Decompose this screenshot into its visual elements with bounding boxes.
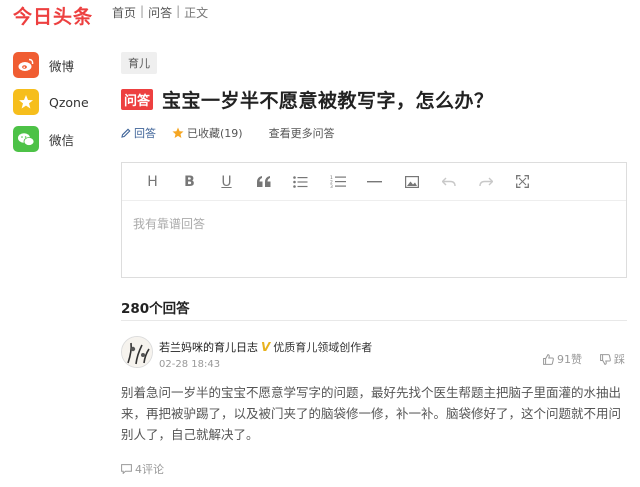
qa-badge: 问答 <box>121 89 154 110</box>
svg-text:3: 3 <box>330 184 333 188</box>
category-tag[interactable]: 育儿 <box>121 52 157 74</box>
answer-button[interactable]: 回答 <box>121 125 156 141</box>
qzone-icon <box>13 89 39 115</box>
dislike-label: 踩 <box>614 353 625 366</box>
weibo-icon <box>13 52 39 78</box>
comment-icon <box>121 464 132 474</box>
vote-controls: 91赞 踩 <box>525 351 625 367</box>
answer-count: 280个回答 <box>121 301 190 317</box>
star-icon <box>172 127 184 138</box>
breadcrumb-home[interactable]: 首页 <box>112 4 136 21</box>
pencil-icon <box>121 128 131 138</box>
fullscreen-icon[interactable] <box>504 163 541 201</box>
thumbs-up-icon <box>543 353 554 365</box>
answer-item: 若兰妈咪的育儿日志 V 优质育儿领域创作者 02-28 18:43 91赞 踩 … <box>121 336 627 445</box>
quote-icon[interactable] <box>245 163 282 201</box>
comment-count: 4评论 <box>135 463 164 476</box>
share-weibo-label: 微博 <box>49 58 75 74</box>
breadcrumb-qa[interactable]: 问答 <box>148 4 172 21</box>
avatar[interactable] <box>121 336 153 368</box>
site-logo[interactable]: 今日头条 <box>13 2 93 29</box>
like-button[interactable]: 91赞 <box>543 351 582 367</box>
section-divider <box>121 320 627 321</box>
share-qzone-label: Qzone <box>49 94 89 110</box>
share-wechat-button[interactable]: 微信 <box>13 126 89 152</box>
undo-icon[interactable] <box>430 163 467 201</box>
bullet-list-icon[interactable] <box>282 163 319 201</box>
numbered-list-icon[interactable]: 123 <box>319 163 356 201</box>
question-title-row: 问答 宝宝一岁半不愿意被教写字，怎么办？ <box>121 86 494 113</box>
question-title: 宝宝一岁半不愿意被教写字，怎么办？ <box>162 90 494 112</box>
verified-badge: V <box>261 340 271 354</box>
breadcrumb-separator: | <box>176 4 181 18</box>
editor-toolbar: H B U 123 <box>122 163 626 201</box>
thumbs-down-icon <box>600 353 611 365</box>
divider-icon[interactable] <box>356 163 393 201</box>
wechat-icon <box>13 126 39 152</box>
share-sidebar: 微博 Qzone 微信 <box>13 52 89 164</box>
share-wechat-label: 微信 <box>49 132 75 148</box>
image-icon[interactable] <box>393 163 430 201</box>
like-count: 91赞 <box>557 353 582 366</box>
answer-input[interactable]: 我有靠谱回答 <box>122 201 626 277</box>
breadcrumb-current: 正文 <box>184 6 209 20</box>
share-qzone-button[interactable]: Qzone <box>13 89 89 115</box>
author-name[interactable]: 若兰妈咪的育儿日志 <box>159 339 258 355</box>
breadcrumb-separator: | <box>140 4 145 18</box>
collect-label: 已收藏(19) <box>187 127 243 140</box>
underline-icon[interactable]: U <box>208 163 245 201</box>
bold-icon[interactable]: B <box>171 163 208 201</box>
breadcrumb: 首页 | 问答 | 正文 <box>112 4 208 21</box>
answer-label: 回答 <box>134 127 156 140</box>
more-questions-link[interactable]: 查看更多问答 <box>269 125 335 141</box>
author-description: 优质育儿领域创作者 <box>273 341 373 354</box>
heading-icon[interactable]: H <box>134 163 171 201</box>
redo-icon[interactable] <box>467 163 504 201</box>
question-actions: 回答 已收藏(19) 查看更多问答 <box>121 125 335 141</box>
comments-button[interactable]: 4评论 <box>121 461 164 477</box>
share-weibo-button[interactable]: 微博 <box>13 52 89 78</box>
post-time: 02-28 18:43 <box>159 359 221 370</box>
answer-editor: H B U 123 我有靠谱回答 <box>121 162 627 278</box>
answer-body: 别着急问一岁半的宝宝不愿意学写字的问题，最好先找个医生帮题主把脑子里面灌的水抽出… <box>121 385 622 442</box>
collect-button[interactable]: 已收藏(19) <box>172 125 243 141</box>
dislike-button[interactable]: 踩 <box>600 351 625 367</box>
